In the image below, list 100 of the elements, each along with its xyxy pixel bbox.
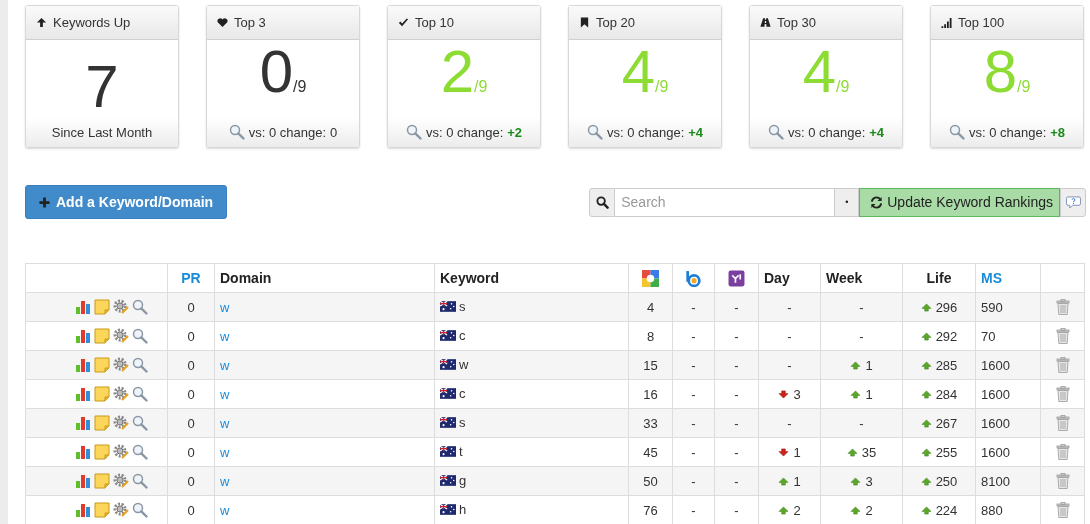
magnifier-icon[interactable] <box>586 124 603 140</box>
signal-icon <box>941 17 952 28</box>
flag-icon <box>440 359 456 370</box>
change-value: +8 <box>1050 124 1066 140</box>
bing-rank: - <box>691 299 696 315</box>
trash-icon[interactable] <box>1055 415 1070 432</box>
rank-change: 285 <box>935 357 958 373</box>
rank-change: - <box>787 357 792 373</box>
bar-chart-icon[interactable] <box>75 328 91 345</box>
domain-link[interactable]: w <box>220 328 230 344</box>
bar-chart-icon[interactable] <box>75 473 91 490</box>
yahoo-rank: - <box>734 473 739 489</box>
bar-chart-icon[interactable] <box>75 444 91 461</box>
gear-pencil-icon[interactable] <box>113 328 129 345</box>
magnifier-icon[interactable] <box>132 473 148 490</box>
card-title: Top 20 <box>596 15 636 30</box>
stat-value: 7 <box>85 53 119 120</box>
flag-icon <box>440 504 456 515</box>
stat-total: /9 <box>836 78 850 95</box>
gear-pencil-icon[interactable] <box>113 415 129 432</box>
yahoo-rank: - <box>734 415 739 431</box>
gear-pencil-icon[interactable] <box>113 444 129 461</box>
flag-icon <box>440 417 456 428</box>
trash-icon[interactable] <box>1055 299 1070 316</box>
note-icon[interactable] <box>94 444 110 461</box>
gear-pencil-icon[interactable] <box>113 502 129 519</box>
rank-change: 284 <box>935 386 958 402</box>
rank-change: 292 <box>935 328 958 344</box>
magnifier-icon[interactable] <box>948 124 965 140</box>
search-icon <box>595 195 609 209</box>
flag-icon <box>440 388 456 399</box>
rank-change: 2 <box>865 502 873 518</box>
rank-change: 2 <box>793 502 801 518</box>
google-rank: 33 <box>643 415 658 431</box>
bar-chart-icon[interactable] <box>75 415 91 432</box>
card-footer-text: Since Last Month <box>51 124 153 140</box>
domain-link[interactable]: w <box>220 415 230 431</box>
column-header[interactable]: Keyword <box>440 270 500 286</box>
magnifier-icon[interactable] <box>132 299 148 316</box>
gear-pencil-icon[interactable] <box>113 299 129 316</box>
bar-chart-icon[interactable] <box>75 502 91 519</box>
note-icon[interactable] <box>94 415 110 432</box>
note-icon[interactable] <box>94 386 110 403</box>
plus-icon <box>39 196 50 208</box>
gear-pencil-icon[interactable] <box>113 386 129 403</box>
domain-link[interactable]: w <box>220 386 230 402</box>
update-rankings-button[interactable]: Update Keyword Rankings <box>859 187 1060 217</box>
ms-value: 70 <box>981 328 996 344</box>
domain-link[interactable]: w <box>220 357 230 373</box>
flag-icon <box>440 330 456 341</box>
column-header[interactable]: Domain <box>220 270 272 286</box>
keyword-text: c <box>459 328 466 343</box>
domain-link[interactable]: w <box>220 502 230 518</box>
stat-value: 4 <box>802 38 836 105</box>
yahoo-rank: - <box>734 444 739 460</box>
bar-chart-icon[interactable] <box>75 386 91 403</box>
search-field[interactable]: Search <box>615 187 836 217</box>
magnifier-icon[interactable] <box>132 444 148 461</box>
stat-total: /9 <box>474 78 488 95</box>
add-keyword-button[interactable]: Add a Keyword/Domain <box>25 185 228 219</box>
domain-link[interactable]: w <box>220 299 230 315</box>
trash-icon[interactable] <box>1055 444 1070 461</box>
card-title: Top 100 <box>958 15 1005 30</box>
column-header[interactable]: Life <box>926 270 952 286</box>
change-value: +4 <box>869 124 885 140</box>
help-addon[interactable] <box>1060 187 1086 217</box>
card-title: Top 3 <box>234 15 266 30</box>
bing-rank: - <box>691 357 696 373</box>
bar-chart-icon[interactable] <box>75 299 91 316</box>
gear-pencil-icon[interactable] <box>113 357 129 374</box>
magnifier-icon[interactable] <box>132 415 148 432</box>
bing-rank: - <box>691 328 696 344</box>
rank-change: 1 <box>865 386 873 402</box>
rank-change: 1 <box>865 357 873 373</box>
magnifier-icon[interactable] <box>132 386 148 403</box>
gear-pencil-icon[interactable] <box>113 473 129 490</box>
bing-rank: - <box>691 386 696 402</box>
domain-link[interactable]: w <box>220 473 230 489</box>
domain-link[interactable]: w <box>220 444 230 460</box>
magnifier-icon[interactable] <box>132 502 148 519</box>
magnifier-icon[interactable] <box>228 124 245 140</box>
magnifier-icon[interactable] <box>132 357 148 374</box>
magnifier-icon[interactable] <box>767 124 784 140</box>
keyword-text: s <box>459 299 466 314</box>
bar-chart-icon[interactable] <box>75 357 91 374</box>
note-icon[interactable] <box>94 502 110 519</box>
column-header-link[interactable]: MS <box>981 270 1002 286</box>
magnifier-icon[interactable] <box>405 124 422 140</box>
trash-icon[interactable] <box>1055 502 1070 519</box>
trash-icon[interactable] <box>1055 357 1070 374</box>
note-icon[interactable] <box>94 328 110 345</box>
bing-icon <box>685 269 702 287</box>
trash-icon[interactable] <box>1055 386 1070 403</box>
note-icon[interactable] <box>94 357 110 374</box>
google-rank: 76 <box>643 502 658 518</box>
magnifier-icon[interactable] <box>132 328 148 345</box>
trash-icon[interactable] <box>1055 473 1070 490</box>
note-icon[interactable] <box>94 299 110 316</box>
trash-icon[interactable] <box>1055 328 1070 345</box>
note-icon[interactable] <box>94 473 110 490</box>
